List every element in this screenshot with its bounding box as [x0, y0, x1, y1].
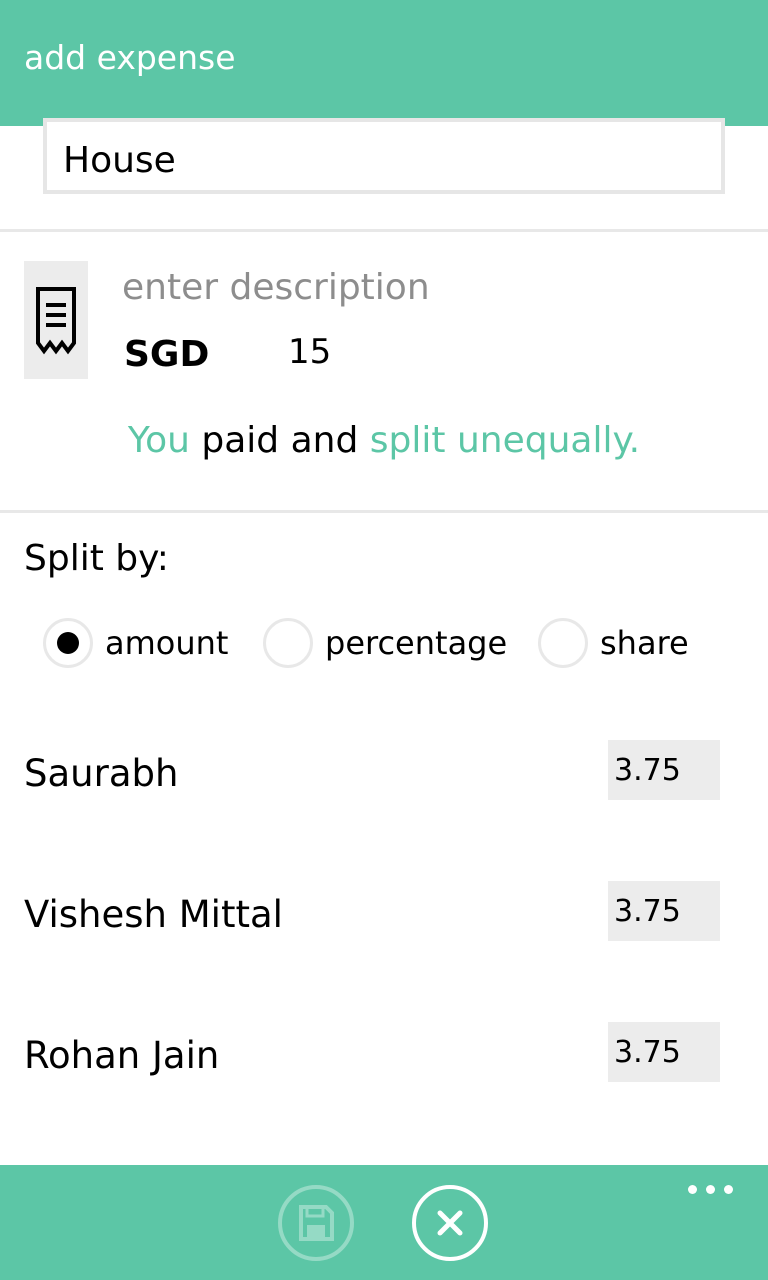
divider — [0, 229, 768, 232]
close-icon — [437, 1210, 463, 1236]
person-name: Rohan Jain — [24, 1034, 220, 1077]
payer-link[interactable]: You — [128, 420, 190, 461]
app-bar — [0, 1165, 768, 1280]
cancel-button[interactable] — [412, 1185, 488, 1261]
person-amount-input[interactable]: 3.75 — [608, 740, 720, 800]
radio-share-circle[interactable] — [538, 618, 588, 668]
more-icon[interactable] — [682, 1177, 742, 1201]
radio-amount-label: amount — [105, 624, 229, 662]
radio-amount-circle[interactable] — [43, 618, 93, 668]
save-icon — [299, 1205, 334, 1241]
header-bar: add expense — [0, 0, 768, 126]
amount-value[interactable]: 15 — [288, 332, 331, 372]
person-name: Saurabh — [24, 752, 179, 795]
person-amount-input[interactable]: 3.75 — [608, 881, 720, 941]
radio-percentage-circle[interactable] — [263, 618, 313, 668]
summary-middle-text: paid and — [189, 420, 370, 461]
receipt-button[interactable] — [24, 261, 88, 379]
split-by-label: Split by: — [24, 538, 169, 579]
radio-amount[interactable]: amount — [43, 617, 228, 669]
group-value: House — [63, 140, 176, 181]
radio-percentage-label: percentage — [325, 624, 508, 662]
page-title: add expense — [24, 38, 236, 77]
radio-percentage[interactable]: percentage — [263, 617, 507, 669]
save-button[interactable] — [278, 1185, 354, 1261]
split-method-link[interactable]: split unequally. — [370, 420, 640, 461]
person-amount-input[interactable]: 3.75 — [608, 1022, 720, 1082]
receipt-icon — [36, 287, 76, 355]
divider — [0, 510, 768, 513]
radio-share[interactable]: share — [538, 617, 689, 669]
group-field[interactable]: House — [43, 118, 725, 194]
radio-share-label: share — [600, 624, 689, 662]
currency-label[interactable]: SGD — [124, 334, 209, 375]
description-input[interactable] — [122, 264, 722, 310]
person-name: Vishesh Mittal — [24, 893, 283, 936]
payment-summary: You paid and split unequally. — [0, 420, 768, 461]
